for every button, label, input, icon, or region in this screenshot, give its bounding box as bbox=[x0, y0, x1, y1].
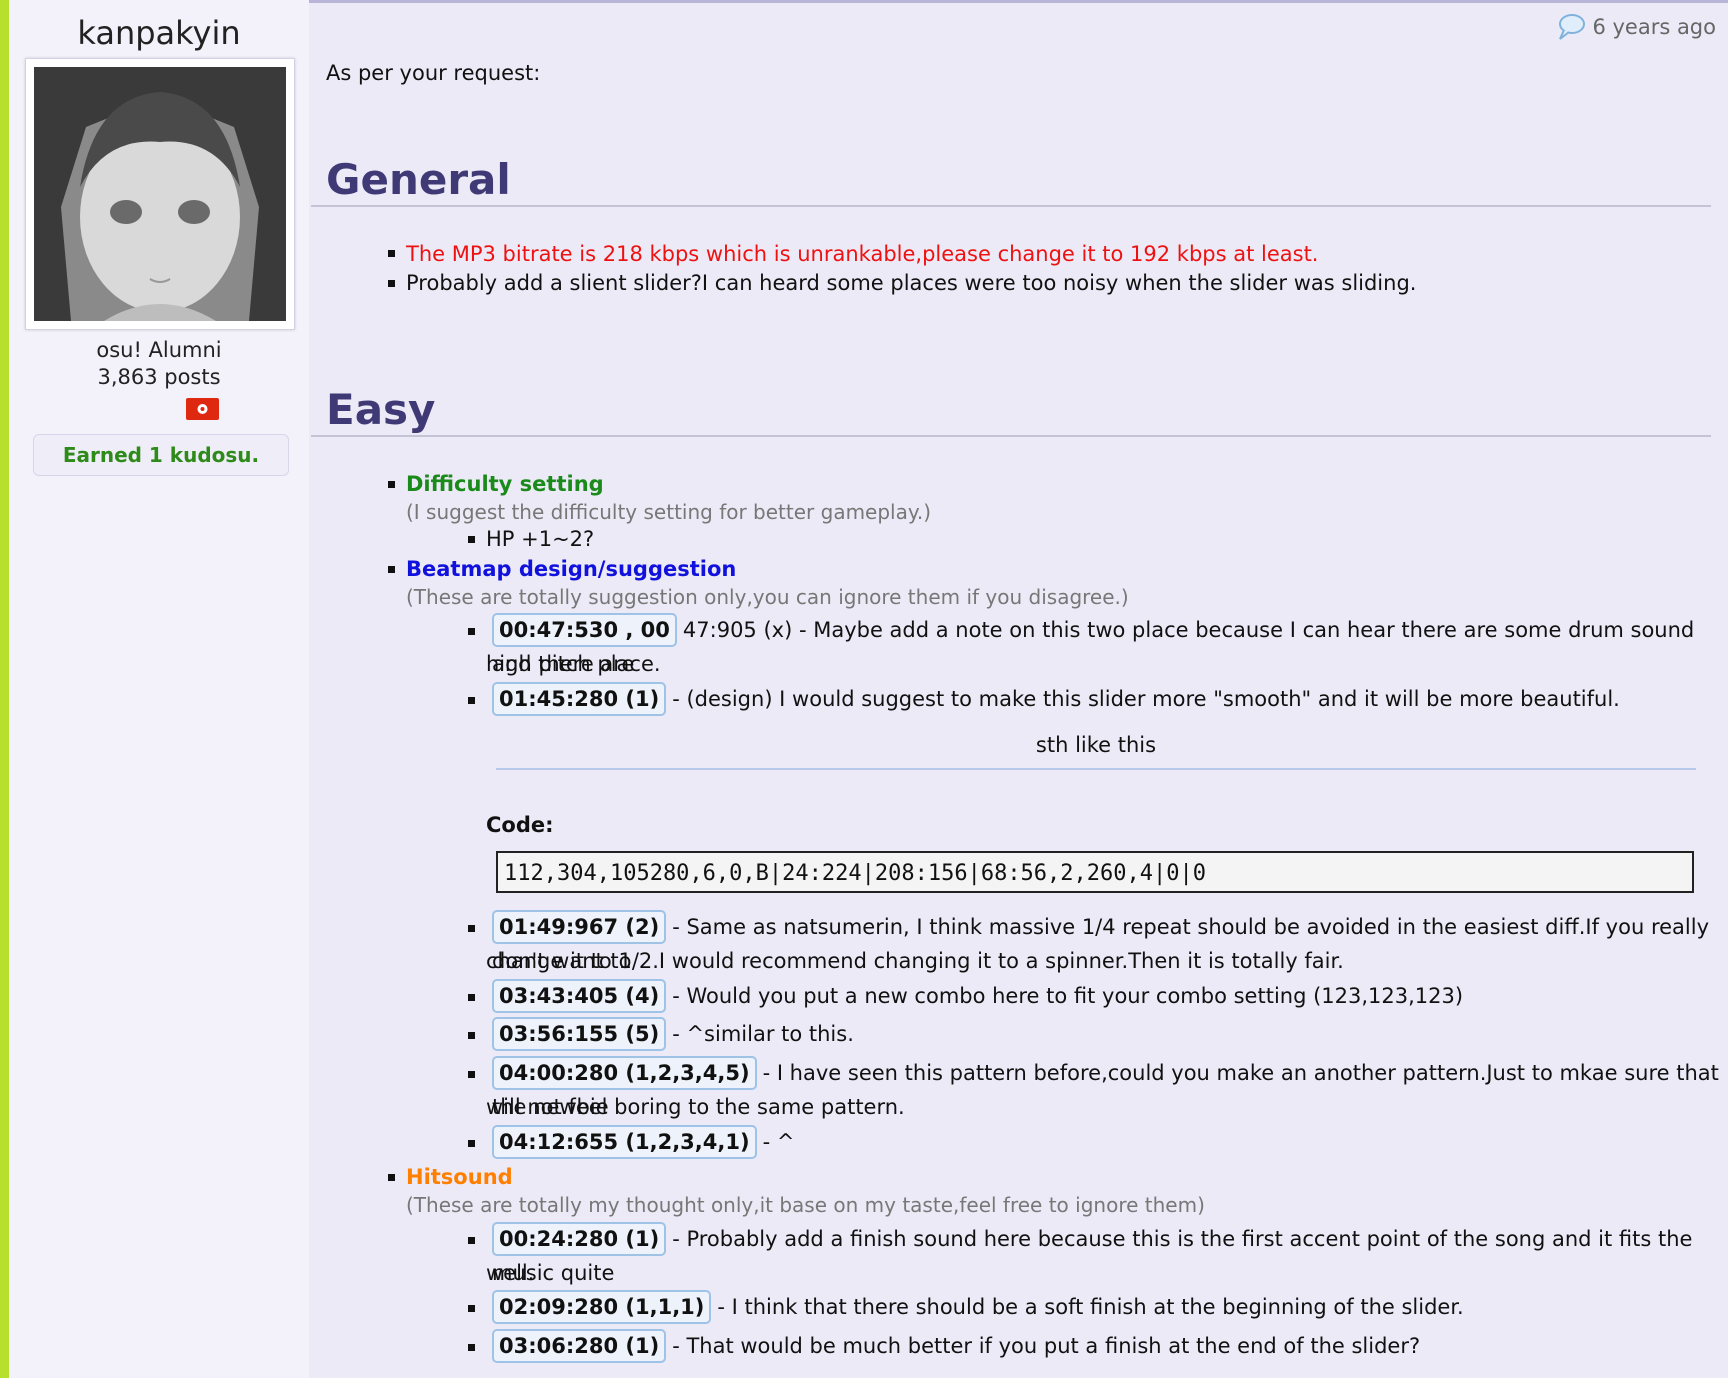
bullet bbox=[388, 566, 395, 573]
list-item: 03:06:280 (1) - That would be much better… bbox=[492, 1329, 1420, 1363]
list-item: 02:09:280 (1,1,1) - I think that there sh… bbox=[492, 1290, 1464, 1324]
left-accent-bar bbox=[0, 0, 9, 1378]
user-sidebar: kanpakyin osu! Alumni 3,863 posts Earned… bbox=[9, 0, 309, 1378]
bullet bbox=[468, 1071, 475, 1078]
list-item: Probably add a slient slider?I can heard… bbox=[406, 271, 1417, 295]
list-item-continued: well. bbox=[486, 1261, 535, 1285]
heading-divider bbox=[311, 435, 1711, 437]
bullet bbox=[468, 1305, 475, 1312]
heading-general: General bbox=[326, 155, 511, 204]
list-item: 04:12:655 (1,2,3,4,1) - ^ bbox=[492, 1125, 794, 1159]
bullet bbox=[388, 481, 395, 488]
timestamp-link[interactable]: 00:47:530 , 00 bbox=[492, 613, 677, 647]
caption-divider bbox=[496, 768, 1696, 770]
code-label: Code: bbox=[486, 813, 554, 837]
timestamp-link[interactable]: 04:00:280 (1,2,3,4,5) bbox=[492, 1056, 757, 1090]
bullet bbox=[388, 1174, 395, 1181]
bullet bbox=[468, 536, 475, 543]
section-note: (I suggest the difficulty setting for be… bbox=[406, 500, 932, 524]
user-group: osu! Alumni bbox=[96, 338, 222, 362]
list-item: 00:47:530 , 00 47:905 (x) - Maybe add a n… bbox=[492, 613, 1728, 681]
heading-easy: Easy bbox=[326, 385, 436, 434]
bullet bbox=[468, 1032, 475, 1039]
timestamp-text: 6 years ago bbox=[1592, 15, 1716, 39]
bullet bbox=[388, 280, 395, 287]
post-intro: As per your request: bbox=[326, 61, 541, 85]
timestamp-link[interactable]: 01:49:967 (2) bbox=[492, 910, 667, 944]
bullet bbox=[468, 925, 475, 932]
list-item: 00:24:280 (1) - Probably add a finish sou… bbox=[492, 1222, 1728, 1290]
country-flag-icon bbox=[186, 398, 219, 420]
speech-bubble-icon bbox=[1559, 14, 1586, 40]
list-item: 03:43:405 (4) - Would you put a new combo… bbox=[492, 979, 1463, 1013]
image-caption: sth like this bbox=[1035, 733, 1157, 757]
avatar-frame bbox=[25, 58, 295, 330]
section-note: (These are totally suggestion only,you c… bbox=[406, 585, 1129, 609]
list-item-continued: will not feel boring to the same pattern… bbox=[486, 1095, 905, 1119]
list-item-continued: high pitch place. bbox=[486, 652, 661, 676]
post-count[interactable]: 3,863 posts bbox=[9, 365, 309, 389]
bullet bbox=[468, 1140, 475, 1147]
timestamp-link[interactable]: 00:24:280 (1) bbox=[492, 1222, 667, 1256]
username[interactable]: kanpakyin bbox=[9, 14, 309, 52]
timestamp-link[interactable]: 01:45:280 (1) bbox=[492, 682, 667, 716]
post-timestamp[interactable]: 6 years ago bbox=[1556, 12, 1716, 42]
bullet bbox=[468, 628, 475, 635]
timestamp-link[interactable]: 03:06:280 (1) bbox=[492, 1329, 667, 1363]
timestamp-link[interactable]: 04:12:655 (1,2,3,4,1) bbox=[492, 1125, 757, 1159]
bullet bbox=[468, 1344, 475, 1351]
code-block[interactable]: 112,304,105280,6,0,B|24:224|208:156|68:5… bbox=[496, 851, 1694, 893]
timestamp-link[interactable]: 03:56:155 (5) bbox=[492, 1017, 667, 1051]
section-note: (These are totally my thought only,it ba… bbox=[406, 1193, 1205, 1217]
bullet bbox=[468, 994, 475, 1001]
kudosu-badge[interactable]: Earned 1 kudosu. bbox=[33, 434, 289, 476]
heading-divider bbox=[311, 205, 1711, 207]
list-item: HP +1~2? bbox=[486, 527, 595, 551]
list-item-continued: change it to 1/2.I would recommend chang… bbox=[486, 949, 1344, 973]
bullet bbox=[388, 250, 395, 257]
bullet bbox=[468, 1237, 475, 1244]
timestamp-link[interactable]: 03:43:405 (4) bbox=[492, 979, 667, 1013]
timestamp-link[interactable]: 02:09:280 (1,1,1) bbox=[492, 1290, 712, 1324]
list-item: 01:45:280 (1) - (design) I would suggest … bbox=[492, 682, 1620, 716]
post-body: 6 years ago As per your request: General… bbox=[309, 0, 1728, 1378]
list-item: 03:56:155 (5) - ^similar to this. bbox=[492, 1017, 854, 1051]
avatar[interactable] bbox=[34, 67, 286, 321]
bullet bbox=[468, 697, 475, 704]
